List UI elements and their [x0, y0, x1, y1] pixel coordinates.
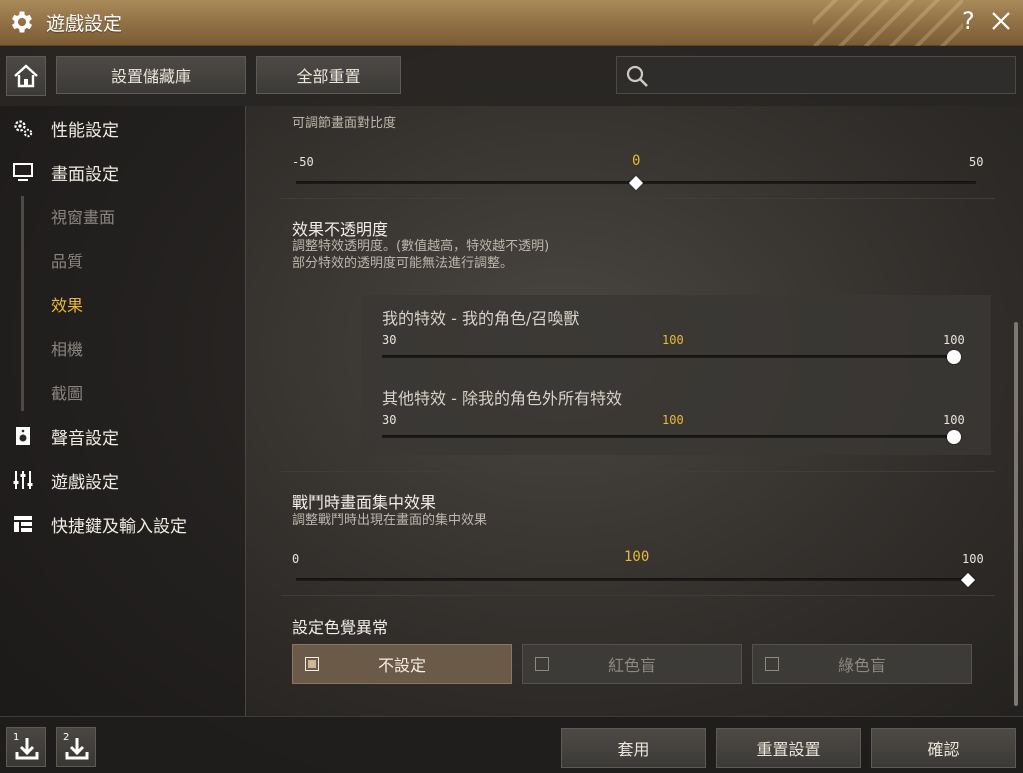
- color-blind-title: 設定色覺異常: [292, 618, 389, 637]
- other-effects-slider-track[interactable]: [382, 435, 954, 438]
- sidebar: 性能設定 畫面設定 視窗畫面 品質 效果 相機 截圖 聲音設定 遊戲設定 快捷鍵…: [0, 106, 246, 716]
- keyboard-layout-icon: [14, 516, 32, 532]
- combat-focus-slider-handle[interactable]: [960, 572, 976, 588]
- preset-1-button[interactable]: 1: [6, 727, 46, 767]
- reset-settings-button[interactable]: 重置設置: [716, 728, 861, 768]
- search-icon: [626, 65, 648, 87]
- content-scrollbar[interactable]: [1014, 322, 1018, 706]
- apply-button[interactable]: 套用: [561, 728, 706, 768]
- combat-focus-max: 100: [962, 552, 984, 566]
- other-effects-label: 其他特效 - 除我的角色外所有特效: [382, 389, 622, 408]
- effect-opacity-subpanel: 我的特效 - 我的角色/召喚獸 30 100 100 其他特效 - 除我的角色外…: [361, 295, 991, 455]
- contrast-value: 0: [632, 153, 641, 169]
- combat-focus-title: 戰鬥時畫面集中效果: [292, 493, 437, 512]
- color-blind-option-label: 綠色盲: [837, 656, 886, 675]
- my-effects-min: 30: [382, 333, 397, 347]
- gear-icon: [11, 11, 33, 33]
- my-effects-label: 我的特效 - 我的角色/召喚獸: [382, 309, 580, 328]
- sidebar-item-label: 快捷鍵及輸入設定: [51, 516, 187, 537]
- divider: [281, 595, 995, 596]
- contrast-min: -50: [292, 155, 314, 169]
- divider: [281, 198, 995, 199]
- combat-focus-min: 0: [292, 552, 300, 566]
- color-blind-option-label: 紅色盲: [607, 656, 656, 675]
- save-library-button[interactable]: 設置儲藏庫: [56, 56, 246, 94]
- other-effects-slider-handle[interactable]: [947, 430, 961, 444]
- sidebar-item-label: 相機: [51, 340, 84, 359]
- settings-content: 可調節畫面對比度 -50 0 50 效果不透明度 調整特效透明度。(數值越高，特…: [247, 106, 1023, 716]
- my-effects-slider-track[interactable]: [382, 355, 954, 358]
- checkbox: [305, 657, 319, 671]
- sidebar-item-window-screen[interactable]: 視窗畫面: [0, 196, 246, 236]
- checkbox: [765, 657, 779, 671]
- search-box: [616, 56, 1016, 94]
- combat-focus-value: 100: [624, 549, 650, 565]
- contrast-description: 可調節畫面對比度: [292, 116, 397, 131]
- confirm-label: 確認: [927, 740, 960, 759]
- sidebar-item-label: 截圖: [51, 384, 84, 403]
- sliders-icon: [13, 471, 33, 489]
- divider: [281, 471, 995, 472]
- search-input[interactable]: [657, 61, 1007, 89]
- other-effects-value: 100: [662, 413, 684, 427]
- contrast-max: 50: [969, 155, 984, 169]
- combat-focus-slider-track[interactable]: [296, 578, 968, 581]
- sidebar-item-sound[interactable]: 聲音設定: [0, 416, 246, 456]
- sidebar-item-display[interactable]: 畫面設定: [0, 152, 246, 192]
- my-effects-value: 100: [662, 333, 684, 347]
- sidebar-item-screenshot[interactable]: 截圖: [0, 372, 246, 412]
- sidebar-item-label: 效果: [51, 296, 84, 315]
- sidebar-item-performance[interactable]: 性能設定: [0, 108, 246, 148]
- effect-opacity-title: 效果不透明度: [292, 220, 389, 239]
- gears-icon: [14, 120, 33, 138]
- checkbox: [535, 657, 549, 671]
- reset-settings-label: 重置設置: [756, 740, 821, 759]
- download-icon: [15, 738, 39, 760]
- my-effects-slider-handle[interactable]: [947, 350, 961, 364]
- preset-2-button[interactable]: 2: [56, 727, 96, 767]
- close-icon[interactable]: [990, 10, 1012, 32]
- sidebar-item-label: 聲音設定: [51, 428, 119, 449]
- confirm-button[interactable]: 確認: [871, 728, 1016, 768]
- sidebar-item-game[interactable]: 遊戲設定: [0, 460, 246, 500]
- my-effects-max: 100: [943, 333, 965, 347]
- monitor-icon: [13, 163, 33, 181]
- apply-label: 套用: [617, 740, 650, 759]
- home-button[interactable]: [6, 56, 46, 96]
- effect-opacity-description-2: 部分特效的透明度可能無法進行調整。: [292, 256, 514, 271]
- color-blind-option-protanopia[interactable]: 紅色盲: [522, 644, 742, 684]
- sidebar-item-label: 視窗畫面: [51, 208, 116, 227]
- other-effects-max: 100: [943, 413, 965, 427]
- color-blind-option-none[interactable]: 不設定: [292, 644, 512, 684]
- reset-all-button[interactable]: 全部重置: [256, 56, 401, 94]
- save-library-label: 設置儲藏庫: [110, 67, 191, 86]
- title-bar: 遊戲設定 ?: [0, 0, 1023, 46]
- effect-opacity-description-1: 調整特效透明度。(數值越高，特效越不透明): [292, 239, 550, 254]
- window-title: 遊戲設定: [46, 13, 123, 35]
- title-bar-decoration: [813, 0, 963, 46]
- color-blind-option-label: 不設定: [377, 656, 426, 675]
- sidebar-item-label: 遊戲設定: [51, 472, 119, 493]
- footer: 1 2 套用 重置設置 確認: [0, 716, 1023, 773]
- sidebar-item-label: 畫面設定: [51, 164, 119, 185]
- sidebar-item-label: 品質: [51, 252, 84, 271]
- color-blind-option-deuteranopia[interactable]: 綠色盲: [752, 644, 972, 684]
- help-button[interactable]: ?: [962, 7, 975, 35]
- combat-focus-description: 調整戰鬥時出現在畫面的集中效果: [292, 513, 488, 528]
- home-icon: [14, 64, 38, 88]
- toolbar: 設置儲藏庫 全部重置: [0, 46, 1023, 106]
- sidebar-item-effects[interactable]: 效果: [0, 284, 246, 324]
- sidebar-item-keybinding[interactable]: 快捷鍵及輸入設定: [0, 504, 246, 544]
- contrast-slider-handle[interactable]: [628, 175, 644, 191]
- sidebar-item-quality[interactable]: 品質: [0, 240, 246, 280]
- download-icon: [65, 738, 89, 760]
- speaker-icon: [16, 427, 30, 445]
- other-effects-min: 30: [382, 413, 397, 427]
- reset-all-label: 全部重置: [296, 67, 361, 86]
- sidebar-item-camera[interactable]: 相機: [0, 328, 246, 368]
- sidebar-item-label: 性能設定: [51, 120, 119, 141]
